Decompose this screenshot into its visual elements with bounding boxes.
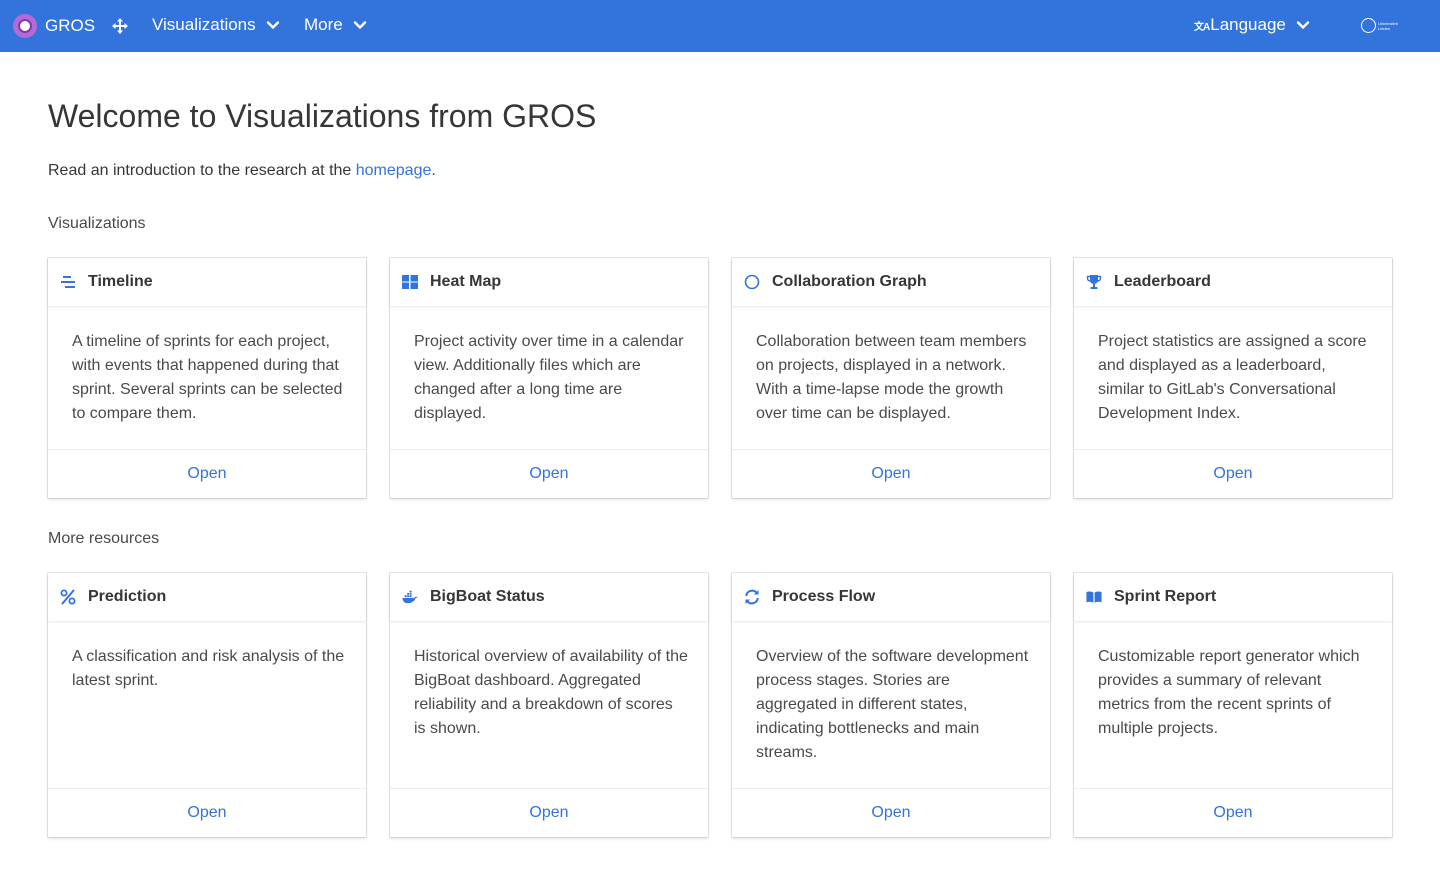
open-process-flow-button[interactable]: Open: [732, 788, 1050, 837]
card-title: Leaderboard: [1114, 273, 1211, 290]
visualizations-menu[interactable]: Visualizations: [152, 15, 280, 35]
visualizations-menu-label: Visualizations: [152, 15, 256, 34]
card-header: Sprint Report: [1074, 573, 1392, 621]
card-process-flow: Process Flow Overview of the software de…: [732, 573, 1050, 837]
card-collaboration-graph: Collaboration Graph Collaboration betwee…: [732, 258, 1050, 498]
more-resources-section-label: More resources: [48, 530, 160, 547]
university-logo[interactable]: Universiteit Leiden: [1361, 18, 1402, 33]
book-icon: [1086, 589, 1102, 605]
intro-text: Read an introduction to the research at …: [48, 162, 356, 179]
card-title: Sprint Report: [1114, 588, 1217, 605]
visualizations-section-label: Visualizations: [48, 215, 146, 232]
windows-icon: [402, 274, 418, 290]
sync-icon: [744, 589, 760, 605]
card-title: Prediction: [88, 588, 167, 605]
card-description: A classification and risk analysis of th…: [72, 648, 345, 689]
card-title: Timeline: [88, 273, 153, 290]
card-header: Heat Map: [390, 258, 708, 306]
card-description: Project activity over time in a calendar…: [414, 333, 684, 422]
homepage-link[interactable]: homepage: [356, 162, 432, 179]
card-prediction: Prediction A classification and risk ana…: [48, 573, 366, 837]
more-menu[interactable]: More: [304, 15, 367, 35]
card-bigboat-status: BigBoat Status Historical overview of av…: [390, 573, 708, 837]
card-leaderboard: Leaderboard Project statistics are assig…: [1074, 258, 1392, 498]
card-header: Process Flow: [732, 573, 1050, 621]
card-title: Heat Map: [430, 273, 502, 290]
university-seal-icon: [1361, 18, 1376, 33]
card-description: Historical overview of availability of t…: [414, 648, 688, 737]
gros-logo-icon: [13, 14, 37, 38]
intro-end: .: [431, 162, 436, 179]
card-title: BigBoat Status: [430, 588, 545, 605]
card-timeline: Timeline A timeline of sprints for each …: [48, 258, 366, 498]
open-leaderboard-button[interactable]: Open: [1074, 449, 1392, 498]
intro-paragraph: Read an introduction to the research at …: [48, 162, 436, 180]
top-navbar: GROS Visualizations More 文A Language Uni…: [0, 0, 1440, 52]
open-prediction-button[interactable]: Open: [48, 788, 366, 837]
trophy-icon: [1086, 274, 1102, 290]
card-description: A timeline of sprints for each project, …: [72, 333, 343, 422]
open-timeline-button[interactable]: Open: [48, 449, 366, 498]
more-menu-label: More: [304, 15, 343, 34]
card-sprint-report: Sprint Report Customizable report genera…: [1074, 573, 1392, 837]
card-header: Leaderboard: [1074, 258, 1392, 306]
docker-icon: [402, 589, 418, 605]
card-title: Process Flow: [772, 588, 876, 605]
language-menu-label: Language: [1210, 15, 1286, 34]
timeline-icon: [60, 274, 76, 290]
open-sprint-report-button[interactable]: Open: [1074, 788, 1392, 837]
card-header: BigBoat Status: [390, 573, 708, 621]
card-description: Overview of the software development pro…: [756, 648, 1029, 761]
brand-name: GROS: [45, 16, 96, 35]
card-header: Prediction: [48, 573, 366, 621]
card-title: Collaboration Graph: [772, 273, 927, 290]
language-menu[interactable]: 文A Language: [1194, 15, 1310, 35]
brand-link[interactable]: GROS: [13, 14, 95, 38]
card-description: Project statistics are assigned a score …: [1098, 333, 1367, 422]
page-title: Welcome to Visualizations from GROS: [48, 98, 597, 134]
language-icon: 文A: [1194, 21, 1210, 33]
percent-icon: [60, 589, 76, 605]
open-collaboration-graph-button[interactable]: Open: [732, 449, 1050, 498]
university-logo-text: Universiteit Leiden: [1378, 20, 1398, 31]
chevron-down-icon: [353, 21, 366, 29]
open-heat-map-button[interactable]: Open: [390, 449, 708, 498]
card-header: Collaboration Graph: [732, 258, 1050, 306]
card-description: Collaboration between team members on pr…: [756, 333, 1027, 422]
arrows-move-icon[interactable]: [111, 17, 129, 35]
open-bigboat-status-button[interactable]: Open: [390, 788, 708, 837]
card-heat-map: Heat Map Project activity over time in a…: [390, 258, 708, 498]
card-header: Timeline: [48, 258, 366, 306]
circle-icon: [744, 274, 760, 290]
chevron-down-icon: [1296, 21, 1310, 29]
card-description: Customizable report generator which prov…: [1098, 648, 1360, 737]
chevron-down-icon: [266, 21, 279, 29]
